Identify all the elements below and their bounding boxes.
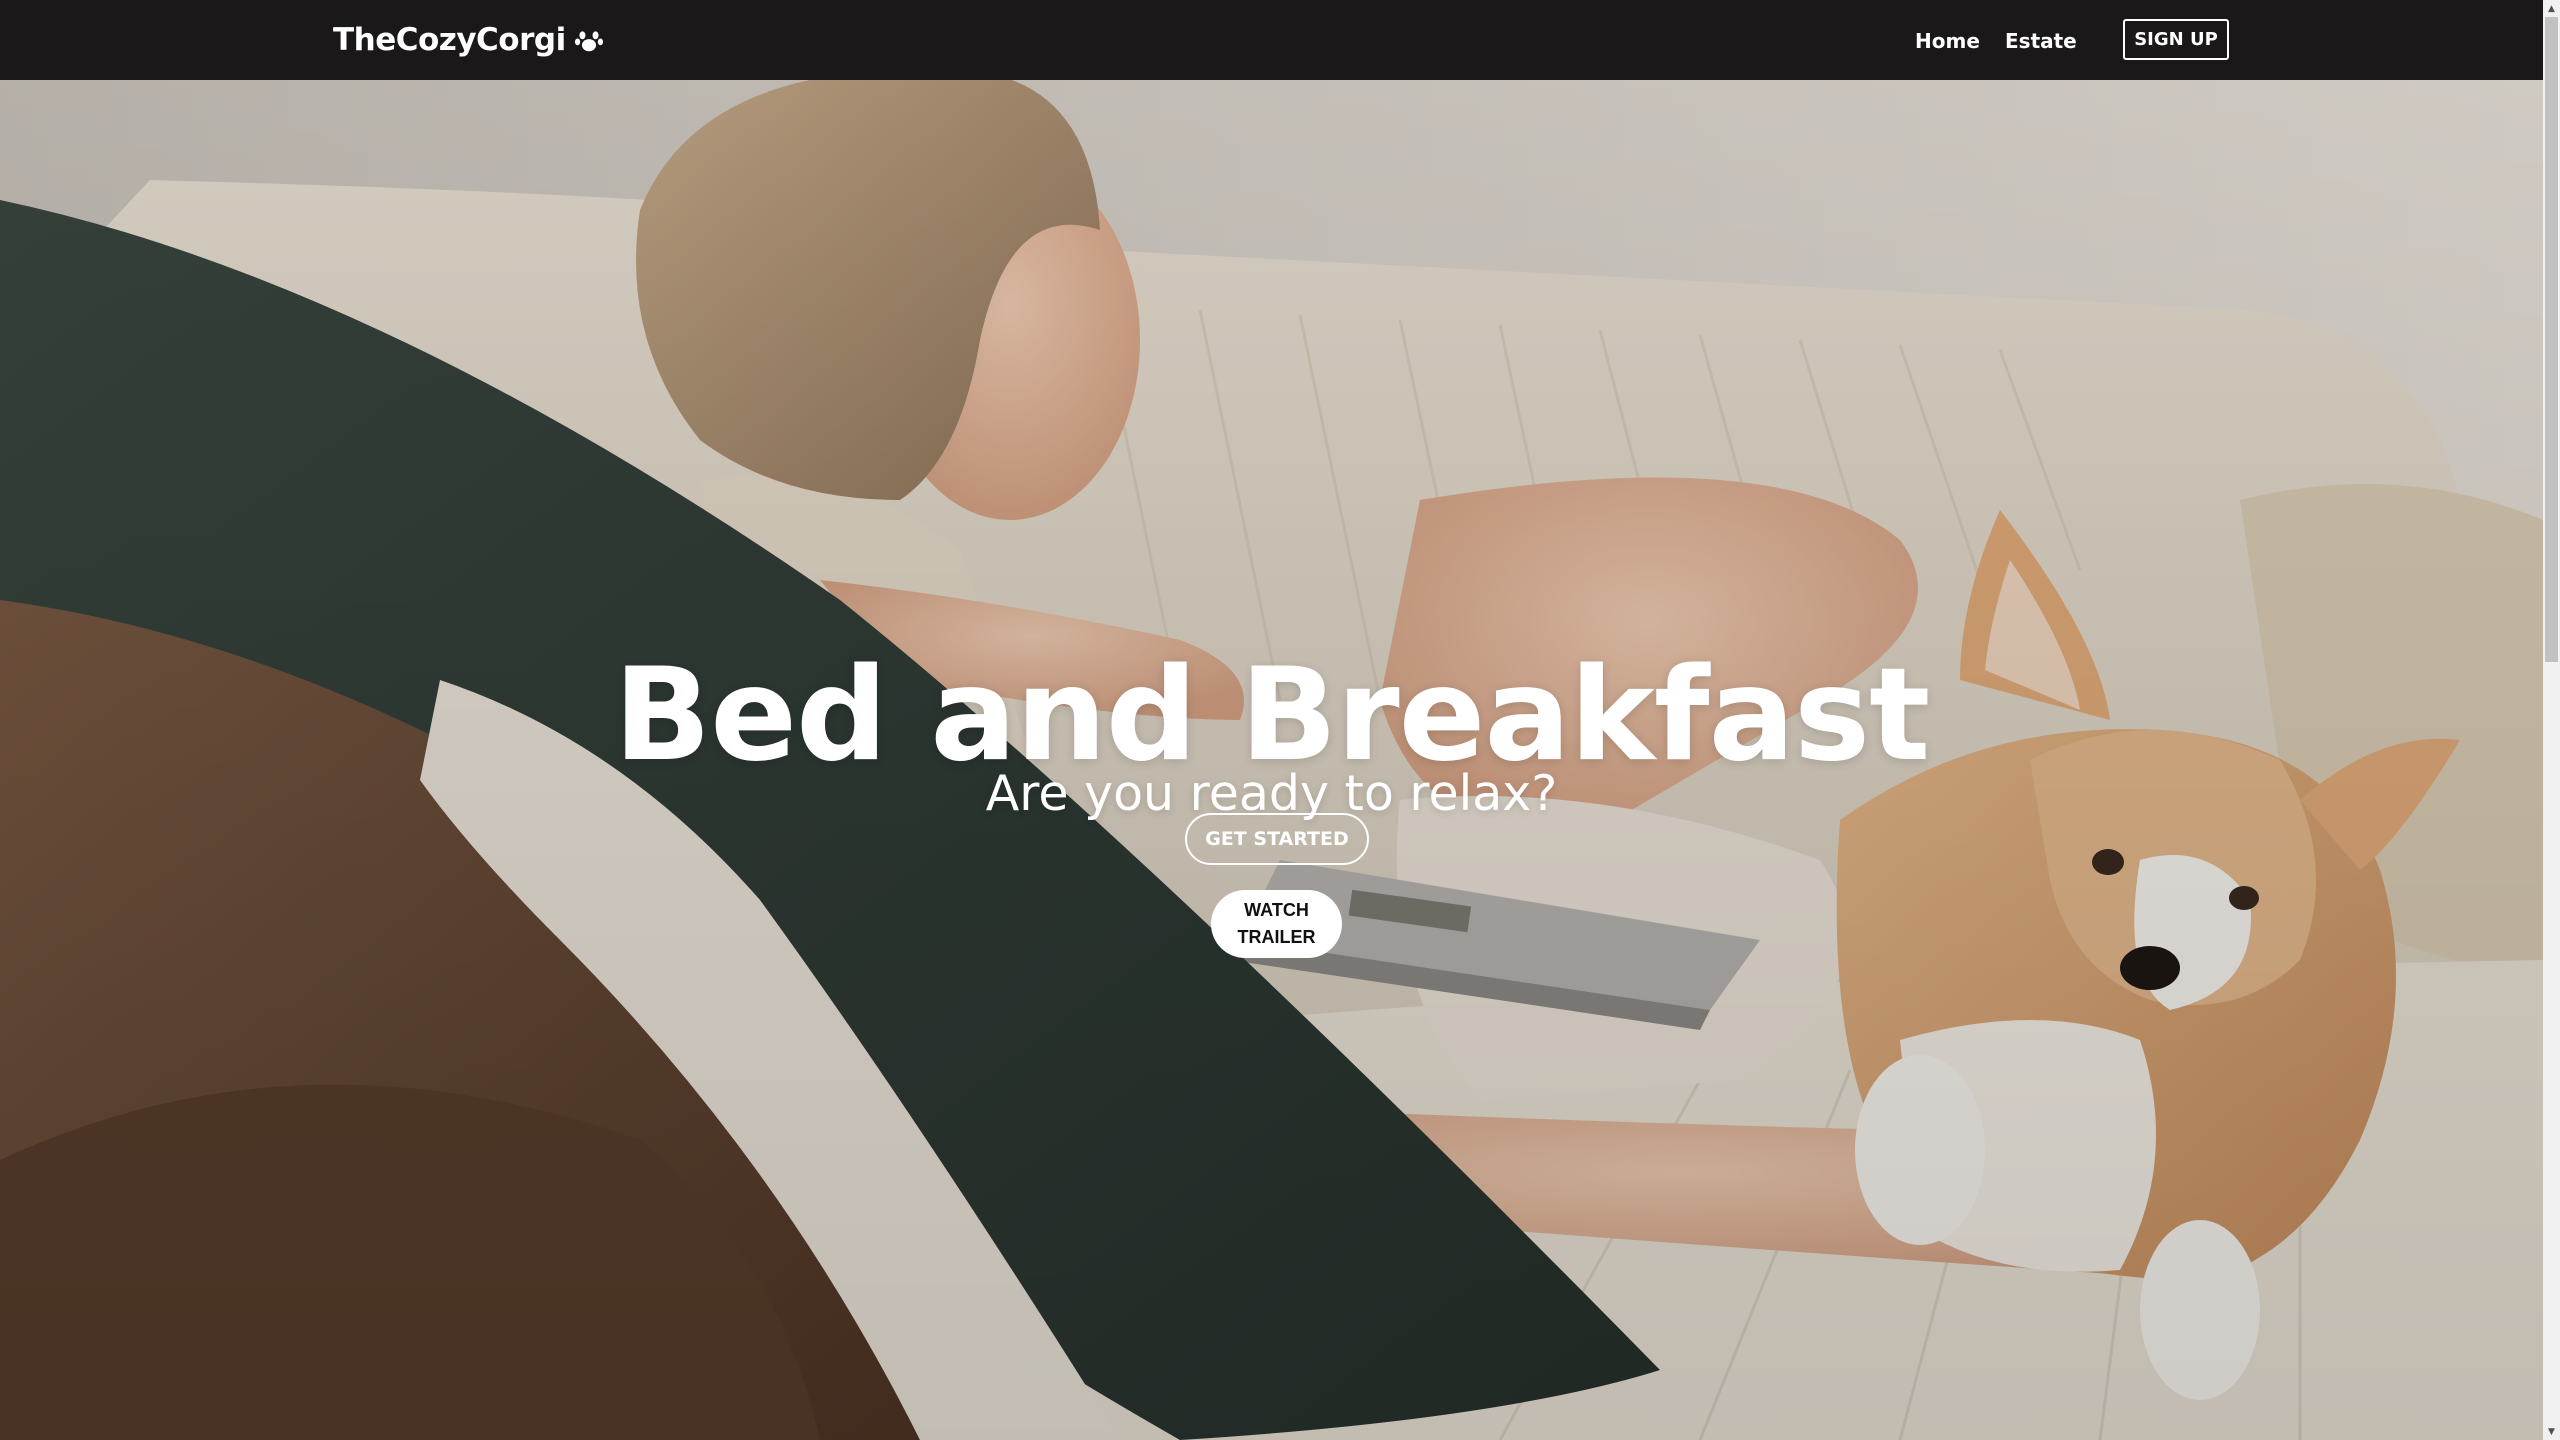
- page: TheCozyCorgi Home Estate SIGN UP Bed and…: [0, 0, 2560, 1440]
- navbar: TheCozyCorgi Home Estate SIGN UP: [0, 0, 2543, 80]
- paw-icon: [574, 31, 603, 52]
- brand-logo-link[interactable]: TheCozyCorgi: [333, 20, 604, 60]
- watch-trailer-button[interactable]: WATCH TRAILER: [1211, 890, 1342, 958]
- scrollbar-thumb[interactable]: [2545, 17, 2558, 662]
- nav-link-home[interactable]: Home: [1915, 26, 1980, 56]
- brand-name: TheCozyCorgi: [333, 22, 566, 58]
- hero-section: Bed and Breakfast Are you ready to relax…: [0, 80, 2543, 1440]
- get-started-button[interactable]: GET STARTED: [1185, 813, 1369, 865]
- scroll-up-arrow-icon[interactable]: ▲: [2543, 0, 2560, 17]
- nav-link-estate[interactable]: Estate: [2005, 26, 2077, 56]
- scroll-down-arrow-icon[interactable]: ▼: [2543, 1423, 2560, 1440]
- sign-up-button[interactable]: SIGN UP: [2123, 19, 2229, 60]
- vertical-scrollbar[interactable]: ▲ ▼: [2543, 0, 2560, 1440]
